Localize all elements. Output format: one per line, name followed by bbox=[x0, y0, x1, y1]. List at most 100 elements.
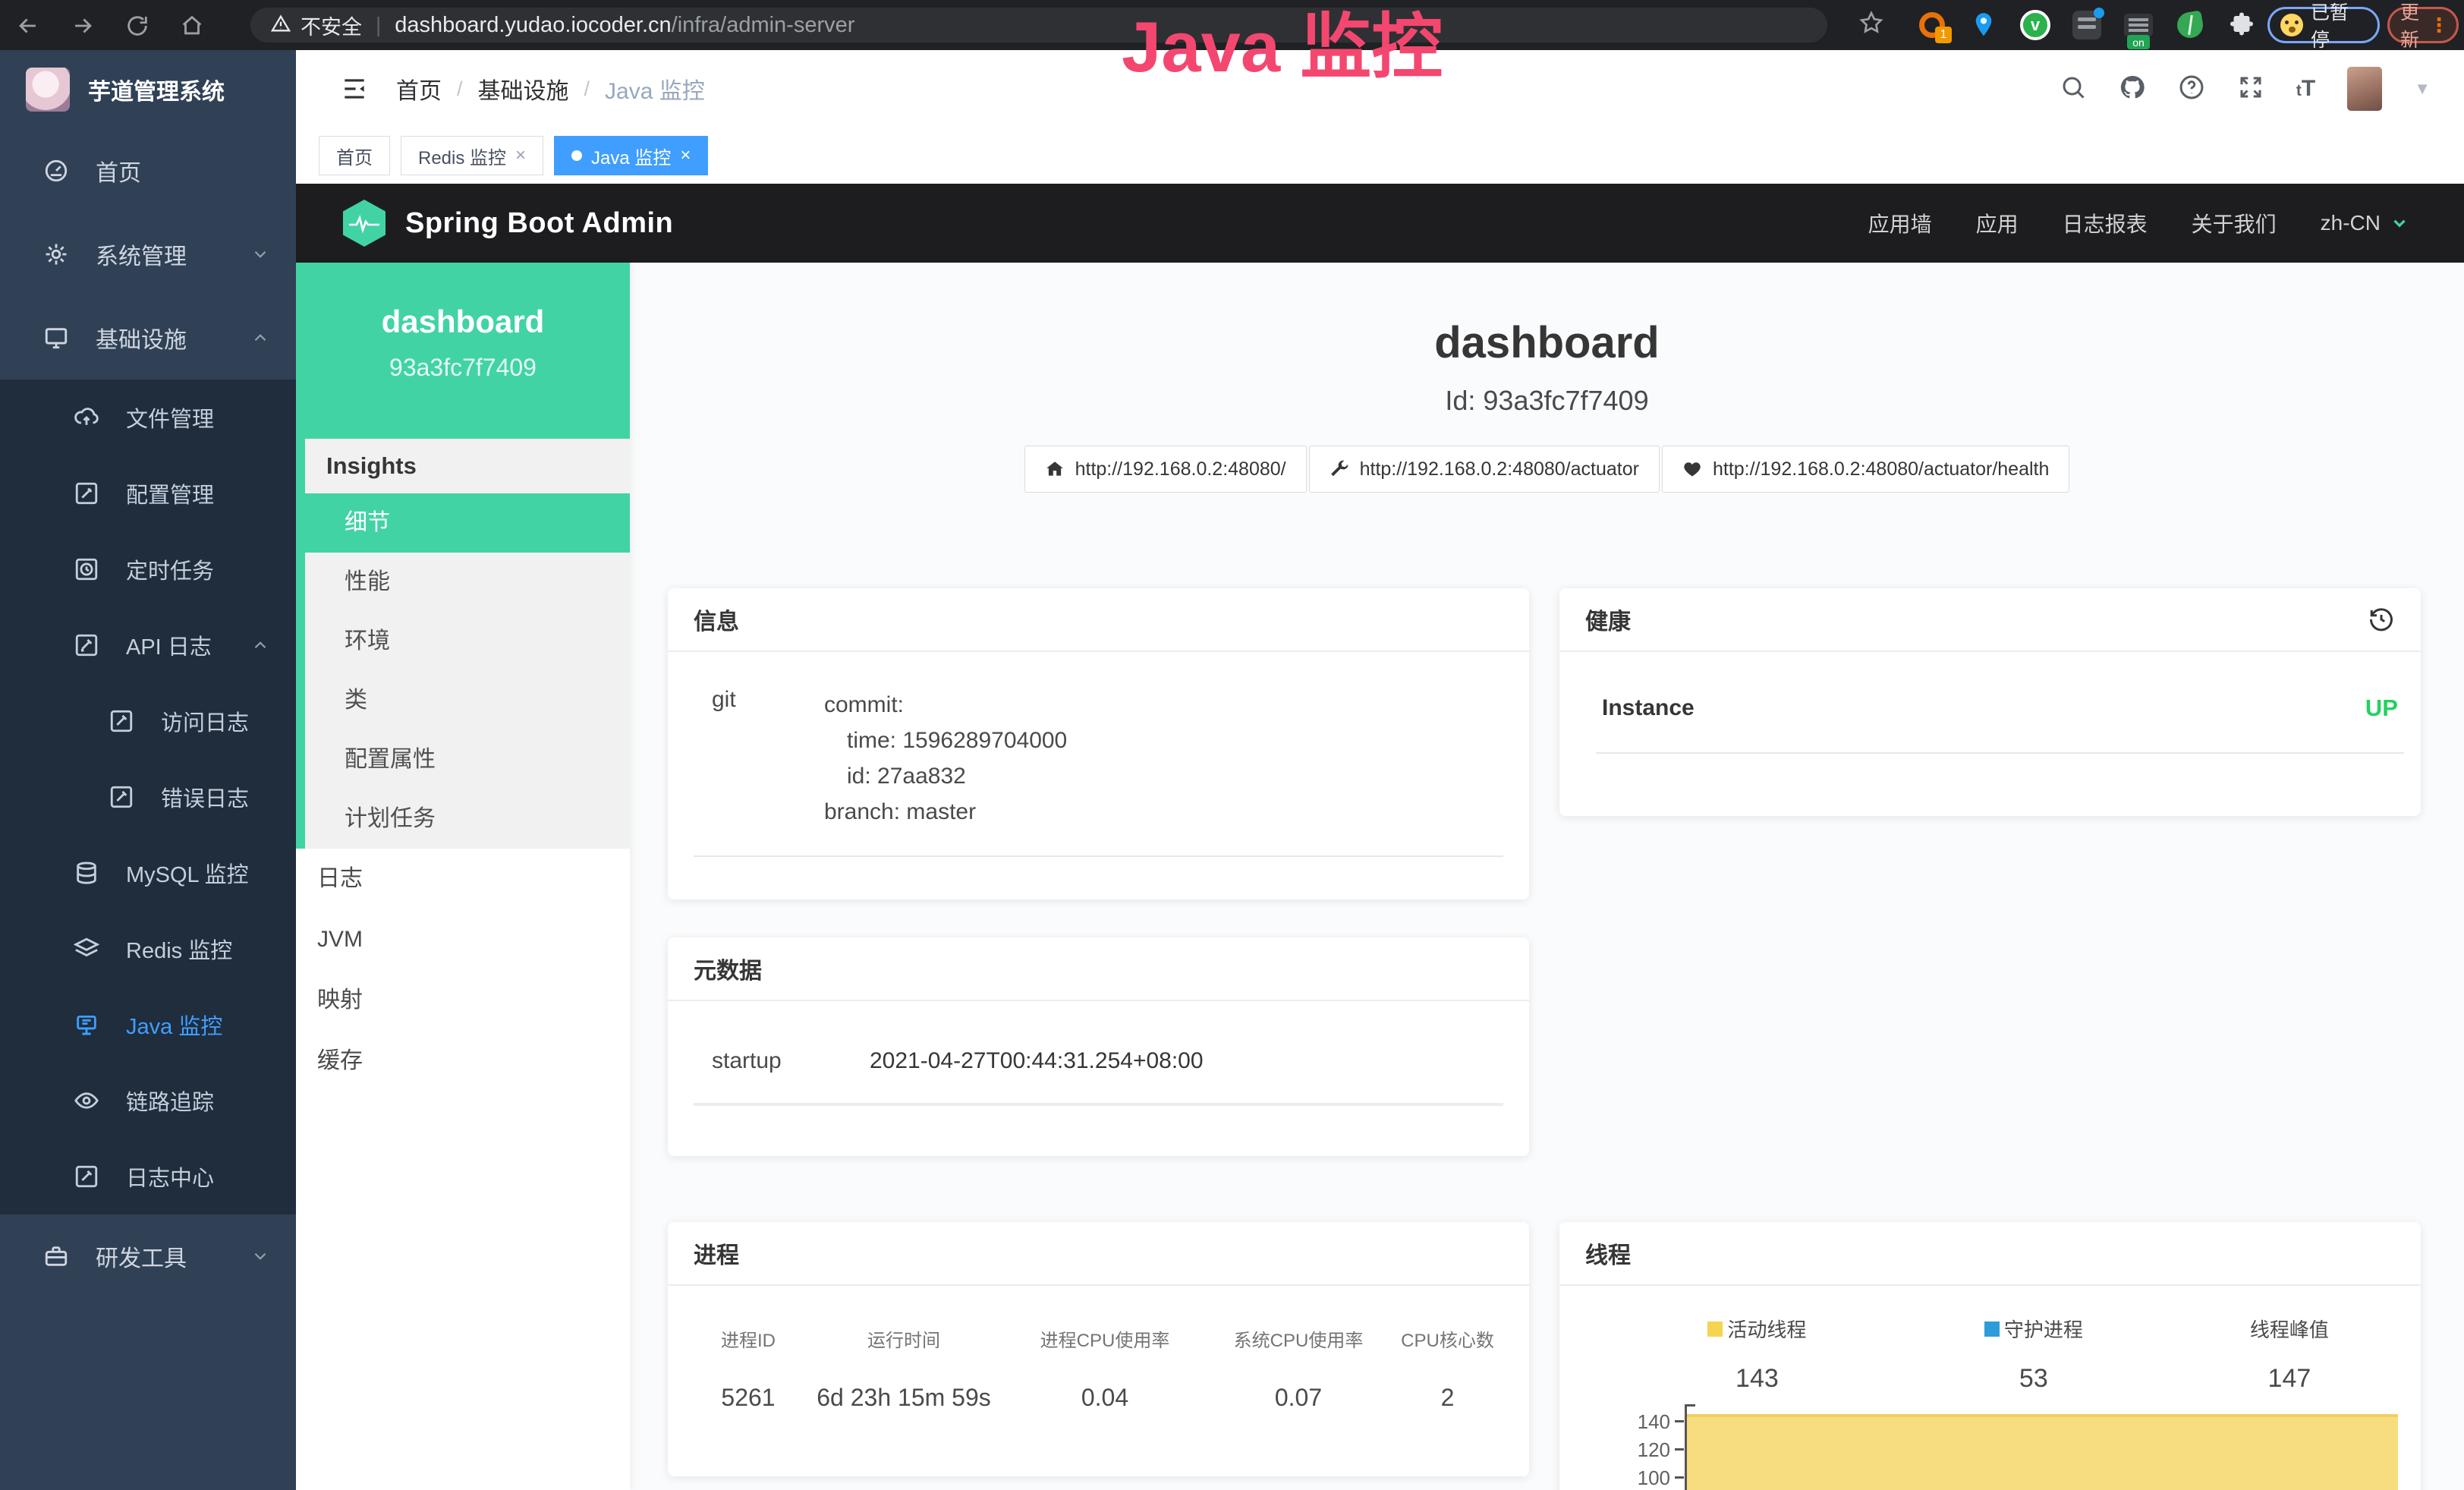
sba-nav: 应用墙 应用 日志报表 关于我们 zh-CN bbox=[1868, 208, 2409, 238]
process-col-header: 运行时间 bbox=[809, 1325, 999, 1352]
breadcrumb-current: Java 监控 bbox=[605, 72, 705, 106]
home-icon[interactable] bbox=[175, 8, 209, 43]
security-label[interactable]: 不安全 bbox=[301, 11, 362, 40]
extension-leaf-icon[interactable] bbox=[2173, 8, 2207, 42]
service-url-button[interactable]: http://192.168.0.2:48080/ bbox=[1024, 446, 1307, 493]
locale-selector[interactable]: zh-CN bbox=[2321, 211, 2409, 235]
cloud-upload-icon bbox=[73, 404, 100, 431]
process-col-header: 系统CPU使用率 bbox=[1211, 1325, 1386, 1352]
sidebar-item-redis[interactable]: Redis 监控 bbox=[0, 911, 296, 987]
tab-label: 首页 bbox=[336, 143, 373, 169]
chevron-down-icon bbox=[250, 1246, 270, 1266]
sidebar-item-accesslog[interactable]: 访问日志 bbox=[0, 683, 296, 759]
health-url: http://192.168.0.2:48080/actuator/health bbox=[1713, 458, 2049, 480]
process-col-header: 进程ID bbox=[688, 1325, 809, 1352]
instance-header[interactable]: dashboard 93a3fc7f7409 bbox=[296, 263, 630, 439]
sba-nav-journal[interactable]: 日志报表 bbox=[2063, 208, 2148, 238]
sba-menu-mappings[interactable]: 映射 bbox=[296, 970, 630, 1031]
dashboard-icon bbox=[42, 157, 70, 184]
tab-redis-monitor[interactable]: Redis 监控 × bbox=[401, 136, 543, 175]
search-icon[interactable] bbox=[2060, 74, 2087, 105]
browser-update-button[interactable]: 更新 ⋮ bbox=[2387, 7, 2459, 43]
forward-icon[interactable] bbox=[65, 8, 100, 43]
sidebar-item-errorlog[interactable]: 错误日志 bbox=[0, 759, 296, 835]
sba-menu-scheduledtasks[interactable]: 计划任务 bbox=[305, 789, 630, 849]
sba-menu-logs[interactable]: 日志 bbox=[296, 849, 630, 909]
profile-avatar-emoji bbox=[2280, 14, 2303, 36]
breadcrumb: 首页 / 基础设施 / Java 监控 bbox=[396, 50, 705, 128]
help-icon[interactable] bbox=[2178, 74, 2205, 105]
extension-refresh-icon[interactable]: 1 bbox=[1915, 8, 1949, 42]
process-col-header: CPU核心数 bbox=[1386, 1325, 1509, 1352]
reload-icon[interactable] bbox=[120, 8, 155, 43]
card-info: 信息 git commit: time: 1596289704000 id: 2… bbox=[668, 588, 1529, 899]
sidebar-item-trace[interactable]: 链路追踪 bbox=[0, 1063, 296, 1139]
sba-nav-about[interactable]: 关于我们 bbox=[2192, 208, 2277, 238]
tab-home[interactable]: 首页 bbox=[319, 136, 390, 175]
fullscreen-icon[interactable] bbox=[2237, 74, 2264, 105]
sba-menu-classes[interactable]: 类 bbox=[305, 671, 630, 730]
sba-menu-caches[interactable]: 缓存 bbox=[296, 1031, 630, 1092]
actuator-url-button[interactable]: http://192.168.0.2:48080/actuator bbox=[1309, 446, 1660, 493]
sidebar-item-file[interactable]: 文件管理 bbox=[0, 380, 296, 455]
sba-menu-configprops[interactable]: 配置属性 bbox=[305, 730, 630, 789]
sba-menu-metrics[interactable]: 性能 bbox=[305, 553, 630, 612]
card-info-title: 信息 bbox=[668, 588, 1529, 652]
profile-paused-chip[interactable]: 已暂停 bbox=[2267, 7, 2380, 43]
system-cpu: 0.07 bbox=[1211, 1384, 1386, 1412]
sba-brand[interactable]: Spring Boot Admin bbox=[343, 200, 673, 247]
address-bar[interactable]: 不安全 | dashboard.yudao.iocoder.cn/infra/a… bbox=[250, 8, 1827, 43]
breadcrumb-infra[interactable]: 基础设施 bbox=[478, 72, 569, 106]
back-icon[interactable] bbox=[11, 8, 46, 43]
tab-label: Java 监控 bbox=[591, 143, 671, 169]
sba-menu-environment[interactable]: 环境 bbox=[305, 612, 630, 671]
health-history-icon[interactable] bbox=[2368, 606, 2395, 633]
sidebar-item-logcenter[interactable]: 日志中心 bbox=[0, 1139, 296, 1214]
extension-grid-icon[interactable] bbox=[2070, 8, 2104, 42]
sidebar-item-devtools[interactable]: 研发工具 bbox=[0, 1214, 296, 1298]
tab-close-icon[interactable]: × bbox=[680, 146, 691, 165]
sba-nav-applications[interactable]: 应用 bbox=[1976, 208, 2019, 238]
extension-switch-icon[interactable]: on bbox=[2122, 8, 2155, 42]
sba-main: dashboard Id: 93a3fc7f7409 http://192.16… bbox=[630, 263, 2464, 1490]
tab-java-monitor[interactable]: Java 监控 × bbox=[554, 136, 708, 175]
sidebar-item-system[interactable]: 系统管理 bbox=[0, 213, 296, 296]
sidebar-item-java[interactable]: Java 监控 bbox=[0, 987, 296, 1063]
bookmark-star-icon[interactable] bbox=[1858, 9, 1885, 40]
sidebar-item-config[interactable]: 配置管理 bbox=[0, 455, 296, 531]
sidebar-item-label: 配置管理 bbox=[126, 477, 214, 509]
eye-icon bbox=[73, 1087, 100, 1114]
app-logo[interactable]: 芋道管理系统 bbox=[0, 50, 296, 129]
url-path[interactable]: /infra/admin-server bbox=[672, 13, 855, 37]
github-icon[interactable] bbox=[2119, 74, 2146, 105]
extension-pin-icon[interactable] bbox=[1967, 8, 2000, 42]
sba-nav-wallboard[interactable]: 应用墙 bbox=[1868, 208, 1932, 238]
breadcrumb-home[interactable]: 首页 bbox=[396, 72, 442, 106]
sidebar-collapse-icon[interactable] bbox=[340, 74, 370, 103]
sidebar-item-apilog[interactable]: API 日志 bbox=[0, 607, 296, 683]
document-edit-icon bbox=[73, 632, 100, 659]
health-url-button[interactable]: http://192.168.0.2:48080/actuator/health bbox=[1662, 446, 2069, 493]
extension-v-icon[interactable]: v bbox=[2019, 8, 2052, 42]
tab-close-icon[interactable]: × bbox=[515, 146, 526, 165]
card-threads-title: 线程 bbox=[1559, 1222, 2421, 1286]
sba-menu-details[interactable]: 细节 bbox=[305, 493, 630, 553]
service-url: http://192.168.0.2:48080/ bbox=[1075, 458, 1286, 480]
sba-menu-jvm[interactable]: JVM bbox=[296, 909, 630, 970]
url-domain[interactable]: dashboard.yudao.iocoder.cn bbox=[395, 13, 671, 37]
database-icon bbox=[73, 859, 100, 887]
browser-menu-icon[interactable]: ⋮ bbox=[2429, 20, 2449, 30]
user-avatar[interactable] bbox=[2347, 67, 2382, 111]
not-secure-warning-icon[interactable] bbox=[270, 13, 291, 38]
document-edit-icon bbox=[108, 783, 135, 811]
font-size-icon[interactable]: tT bbox=[2296, 76, 2315, 102]
avatar-caret-icon[interactable]: ▼ bbox=[2414, 79, 2431, 99]
sidebar-item-home[interactable]: 首页 bbox=[0, 129, 296, 213]
threads-legend: 活动线程 143 守护进程 53 线程峰值 147 bbox=[1559, 1315, 2421, 1394]
metadata-startup-row: startup 2021-04-27T00:44:31.254+08:00 bbox=[694, 1048, 1503, 1106]
sidebar-item-mysql[interactable]: MySQL 监控 bbox=[0, 835, 296, 911]
legend-live-swatch bbox=[1707, 1321, 1723, 1337]
extensions-puzzle-icon[interactable] bbox=[2225, 8, 2258, 42]
sidebar-item-infra[interactable]: 基础设施 bbox=[0, 296, 296, 380]
sidebar-item-job[interactable]: 定时任务 bbox=[0, 531, 296, 607]
